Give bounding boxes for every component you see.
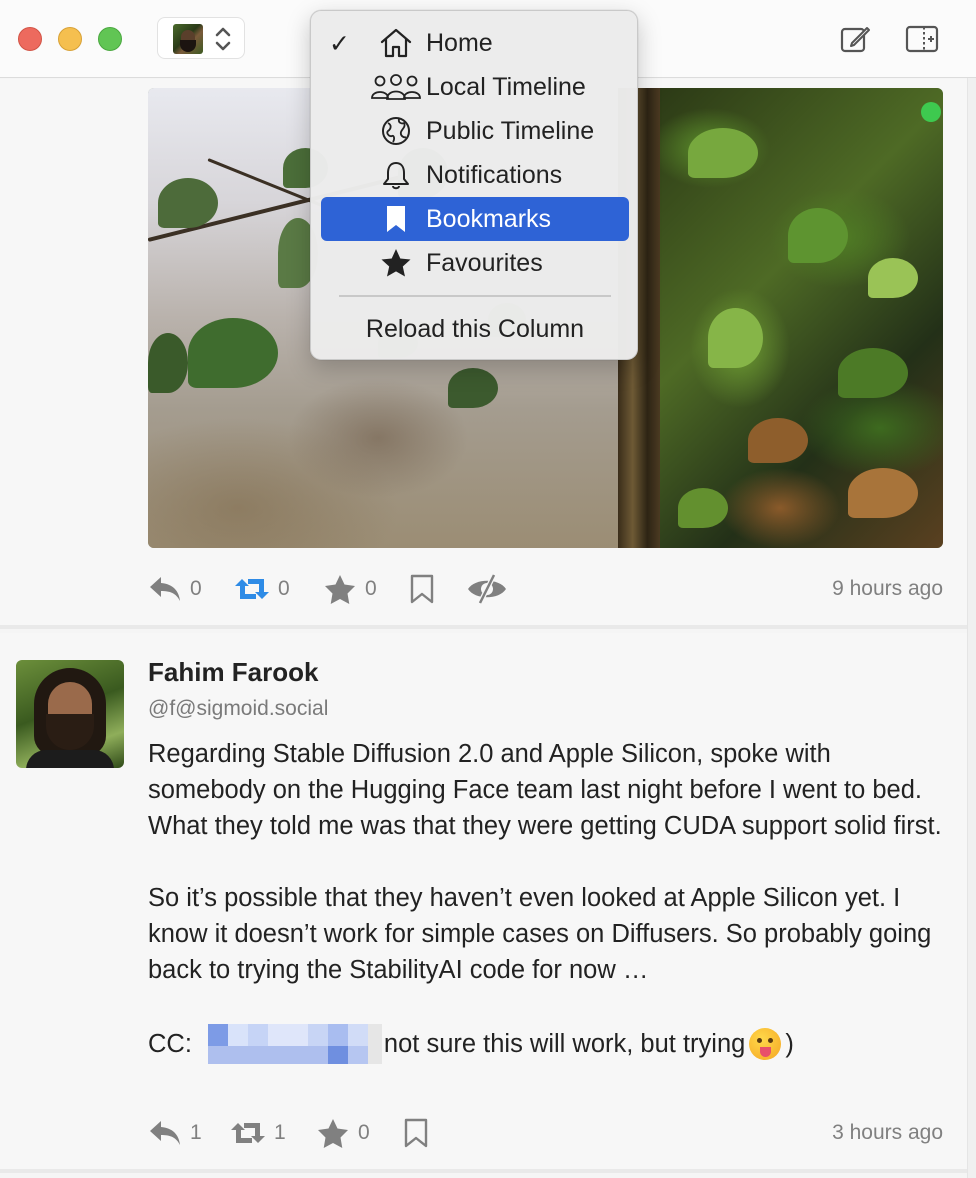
author-handle[interactable]: @f@sigmoid.social xyxy=(148,697,328,721)
reply-icon xyxy=(150,1121,180,1145)
menu-item-label: Local Timeline xyxy=(426,73,586,101)
post-actions: 1 1 0 3 hours ago xyxy=(148,1113,943,1153)
tongue-emoji-icon xyxy=(749,1028,782,1060)
menu-item-bookmarks[interactable]: Bookmarks xyxy=(321,197,629,241)
menu-item-local-timeline[interactable]: Local Timeline xyxy=(321,65,629,109)
menu-item-home[interactable]: ✓ Home xyxy=(321,21,629,65)
minimize-window-button[interactable] xyxy=(58,27,82,51)
timeline-post: Fahim Farook @f@sigmoid.social Regarding… xyxy=(0,633,967,1173)
redacted-mention xyxy=(207,1024,382,1064)
reply-count: 0 xyxy=(190,577,202,600)
post-actions: 0 0 0 9 hours ago xyxy=(148,569,943,609)
star-icon xyxy=(369,245,423,281)
favourite-button[interactable]: 0 xyxy=(323,569,377,609)
menu-item-label: Home xyxy=(426,29,493,57)
house-icon xyxy=(369,25,423,61)
cc-close: ) xyxy=(785,1030,794,1058)
timeline-menu: ✓ Home Local Timeline Public Timeline No… xyxy=(310,10,638,360)
reply-button[interactable]: 0 xyxy=(148,569,202,609)
menu-item-label: Public Timeline xyxy=(426,117,595,145)
boost-count: 0 xyxy=(278,577,290,600)
people-icon xyxy=(369,69,423,105)
account-avatar xyxy=(173,24,203,54)
post-paragraph: CC: not sure this will work, but trying … xyxy=(148,1024,948,1064)
boost-count: 1 xyxy=(274,1121,286,1144)
menu-item-label: Notifications xyxy=(426,161,563,189)
account-switcher[interactable] xyxy=(157,17,245,59)
favourite-count: 0 xyxy=(365,577,377,600)
menu-item-reload-column[interactable]: Reload this Column xyxy=(311,315,639,344)
favourite-count: 0 xyxy=(358,1121,370,1144)
eye-slash-icon xyxy=(468,573,506,605)
reply-count: 1 xyxy=(190,1121,202,1144)
boost-button[interactable]: 1 xyxy=(230,1113,286,1153)
boost-button[interactable]: 0 xyxy=(234,569,290,609)
close-window-button[interactable] xyxy=(18,27,42,51)
sidebar-toggle-icon[interactable] xyxy=(902,22,942,56)
favourite-button[interactable]: 0 xyxy=(316,1113,370,1153)
boost-icon xyxy=(231,1123,265,1143)
cc-prefix: CC: xyxy=(148,1030,192,1058)
bookmark-icon xyxy=(410,574,434,604)
bookmark-button[interactable] xyxy=(408,569,436,609)
bookmark-button[interactable] xyxy=(402,1113,430,1153)
up-down-chevron-icon xyxy=(215,27,231,51)
post-content: Regarding Stable Diffusion 2.0 and Apple… xyxy=(148,736,948,1064)
scrollbar[interactable] xyxy=(967,78,976,1178)
author-name[interactable]: Fahim Farook xyxy=(148,657,318,688)
bell-icon xyxy=(369,157,423,193)
bookmark-icon xyxy=(369,201,423,237)
menu-separator xyxy=(339,295,611,297)
avatar[interactable] xyxy=(16,660,124,768)
reply-icon xyxy=(150,577,180,601)
online-indicator xyxy=(921,102,941,122)
star-icon xyxy=(318,1119,348,1148)
reply-button[interactable]: 1 xyxy=(148,1113,202,1153)
checkmark-icon: ✓ xyxy=(329,30,350,58)
post-paragraph: Regarding Stable Diffusion 2.0 and Apple… xyxy=(148,740,942,840)
cc-text: not sure this will work, but trying xyxy=(383,1030,746,1058)
hide-media-button[interactable] xyxy=(466,569,508,609)
boost-icon xyxy=(235,579,269,599)
menu-item-public-timeline[interactable]: Public Timeline xyxy=(321,109,629,153)
zoom-window-button[interactable] xyxy=(98,27,122,51)
menu-item-label: Bookmarks xyxy=(426,205,552,233)
post-timestamp[interactable]: 9 hours ago xyxy=(832,577,943,601)
menu-item-notifications[interactable]: Notifications xyxy=(321,153,629,197)
bookmark-icon xyxy=(404,1118,428,1148)
globe-icon xyxy=(369,113,423,149)
star-icon xyxy=(325,575,355,604)
menu-item-favourites[interactable]: Favourites xyxy=(321,241,629,285)
post-paragraph: So it’s possible that they haven’t even … xyxy=(148,884,932,984)
post-timestamp[interactable]: 3 hours ago xyxy=(832,1121,943,1145)
compose-icon[interactable] xyxy=(838,22,872,56)
menu-item-label: Favourites xyxy=(426,249,543,277)
